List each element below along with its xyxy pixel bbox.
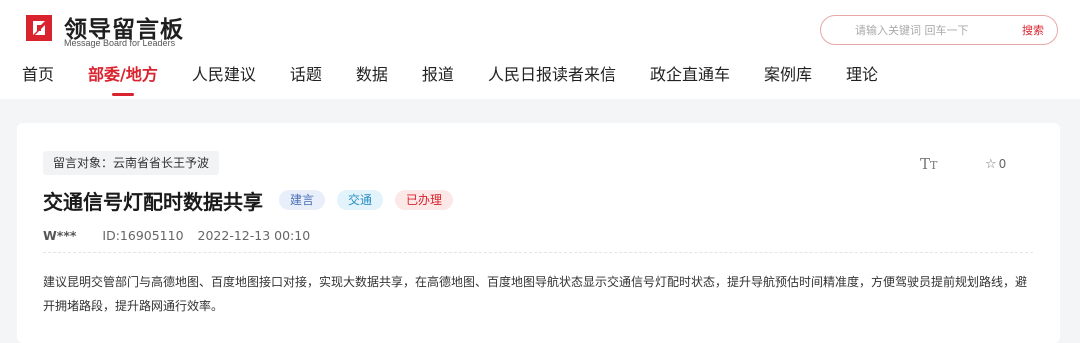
main-nav: 首页 部委/地方 人民建议 话题 数据 报道 人民日报读者来信 政企直通车 案例… [22,64,912,96]
message-title: 交通信号灯配时数据共享 [43,189,263,214]
nav-item-enterprise-express[interactable]: 政企直通车 [650,64,730,86]
message-id: ID:16905110 [102,228,184,243]
nav-item-ministries-local[interactable]: 部委/地方 [88,64,158,96]
message-content: 建议昆明交管部门与高德地图、百度地图接口对接，实现大数据共享，在高德地图、百度地… [43,275,1028,313]
logo-mark-icon [26,15,52,41]
favorite-button[interactable]: ☆ 0 [985,157,1006,172]
message-meta: W*** ID:16905110 2022-12-13 00:10 [43,228,310,243]
status-badge: 已办理 [395,190,454,210]
font-size-big-letter: T [920,155,931,173]
nav-item-topics[interactable]: 话题 [290,64,322,86]
site-logo[interactable]: 领导留言板 Message Board for Leaders [22,8,192,48]
nav-item-case-library[interactable]: 案例库 [764,64,812,86]
font-size-small-letter: T [930,159,938,172]
message-datetime: 2022-12-13 00:10 [197,228,311,243]
nav-item-reader-letters[interactable]: 人民日报读者来信 [488,64,616,86]
nav-item-reports[interactable]: 报道 [422,64,454,86]
nav-item-home[interactable]: 首页 [22,64,54,86]
nav-item-theory[interactable]: 理论 [846,64,878,86]
search-input[interactable] [855,21,1005,39]
search-button[interactable]: 搜索 [1022,22,1044,38]
nav-item-people-suggestions[interactable]: 人民建议 [192,64,256,86]
font-size-icon[interactable]: TT [920,155,937,173]
type-badge: 建言 [279,190,326,210]
favorite-count: 0 [998,157,1007,171]
message-target-tag: 留言对象：云南省省长王予波 [43,151,220,175]
author-name: W*** [43,228,77,243]
nav-item-data[interactable]: 数据 [356,64,388,86]
logo-subtitle: Message Board for Leaders [64,38,176,48]
title-row: 交通信号灯配时数据共享 建言 交通 已办理 [43,185,465,215]
message-card: 留言对象：云南省省长王予波 TT ☆ 0 交通信号灯配时数据共享 建言 交通 已办… [17,123,1060,343]
site-header: 领导留言板 Message Board for Leaders 搜索 首页 部委… [0,0,1080,99]
search-box: 搜索 [820,15,1058,45]
divider [43,252,1033,253]
field-badge: 交通 [337,190,384,210]
star-icon: ☆ [985,157,997,172]
